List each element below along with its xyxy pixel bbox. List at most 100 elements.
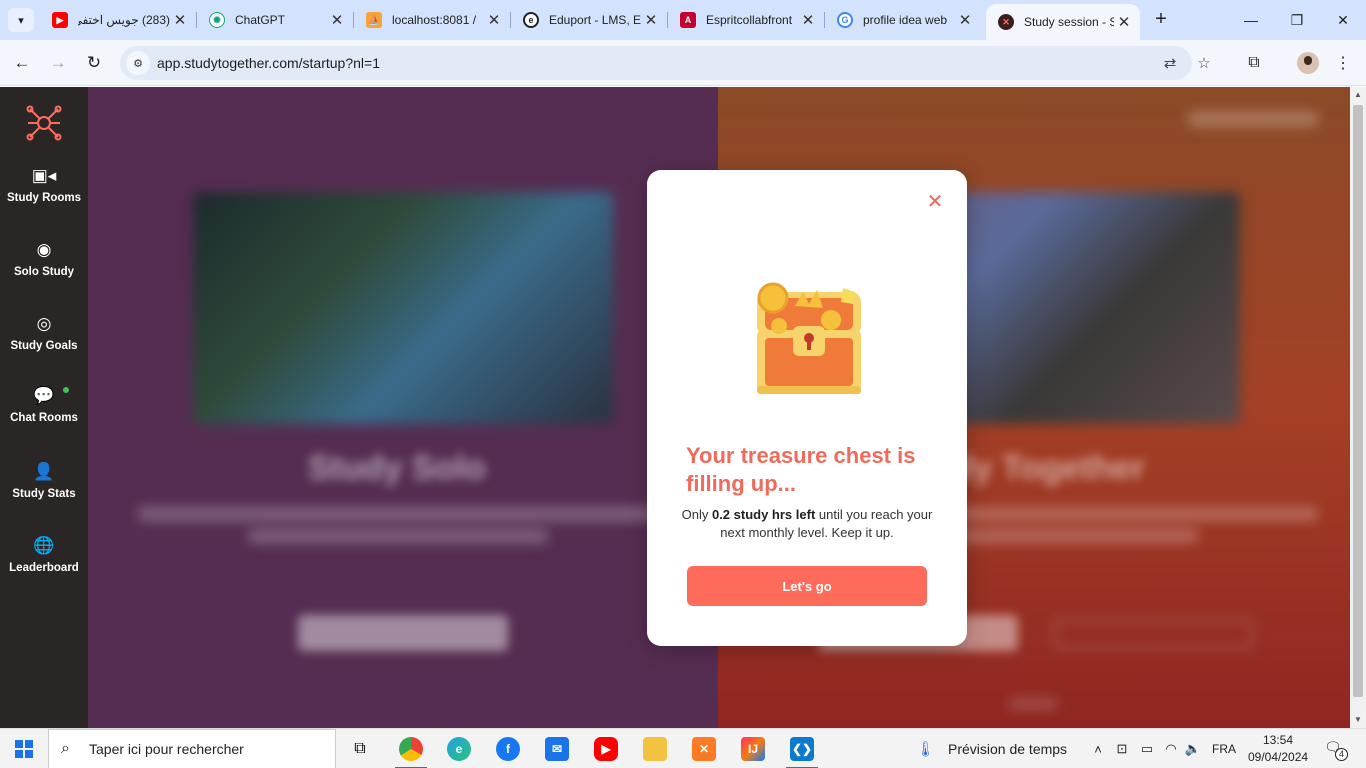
tab-localhost[interactable]: ⛵ localhost:8081 / ✕ [354,0,510,40]
sidebar-item-solo-study[interactable]: ◉ Solo Study [0,239,88,299]
minimize-button[interactable]: — [1228,0,1274,40]
tab-youtube[interactable]: ▶ (283) جويس اختفى ✕ [40,0,196,40]
close-modal-button[interactable]: ✕ [923,190,947,214]
startup-choice-backdrop: Study Solo Study Together ✕ Your treasur… [88,87,1350,728]
lets-go-button[interactable]: Let's go [687,566,927,606]
close-tab-icon[interactable]: ✕ [798,11,818,29]
clock-date: 09/04/2024 [1248,750,1309,764]
show-hidden-icons-button[interactable]: ˄ [1088,729,1108,768]
vscode-icon: ❮❯ [790,737,814,761]
wifi-icon[interactable]: ◠ [1160,729,1182,768]
sidebar-item-label: Leaderboard [9,562,79,574]
taskbar-chrome[interactable] [387,729,435,768]
tab-title: profile idea web [863,13,948,27]
study-solo-heading: Study Solo [308,449,486,487]
extensions-button[interactable]: ⧉ [1241,50,1267,76]
close-window-button[interactable]: ✕ [1320,0,1366,40]
sidebar-item-chat-rooms[interactable]: 💬 Chat Rooms [0,385,88,445]
phpmyadmin-icon: ⛵ [366,12,382,28]
page-scrollbar[interactable]: ▲ ▼ [1350,87,1366,728]
profile-avatar[interactable] [1297,52,1319,74]
tab-title: Espritcollabfront [706,13,793,27]
windows-start-icon[interactable] [15,740,33,758]
taskbar-youtube[interactable]: ▶ [582,729,630,768]
taskbar-edge[interactable]: e [435,729,483,768]
treasure-chest-icon [757,282,861,394]
xampp-icon: ✕ [692,737,716,761]
language-indicator[interactable]: FRA [1208,729,1240,768]
remaining-hours: 0.2 study hrs left [711,507,816,522]
sidebar-item-leaderboard[interactable]: 🌐 Leaderboard [0,535,88,595]
taskbar-intellij[interactable]: IJ [729,729,777,768]
tab-title: Study session - S [1024,15,1114,29]
close-tab-icon[interactable]: ✕ [484,11,504,29]
sidebar-item-study-stats[interactable]: 👤 Study Stats [0,461,88,521]
tab-title: (283) جويس اختفى [78,13,170,27]
menu-button[interactable]: ⋮ [1330,50,1356,76]
tab-eduport[interactable]: e Eduport - LMS, E ✕ [511,0,667,40]
search-placeholder: Taper ici pour rechercher [89,741,244,757]
carousel-dots[interactable] [1008,699,1058,709]
chevron-down-icon: ▾ [18,14,24,27]
taskbar-vscode[interactable]: ❮❯ [778,729,826,768]
close-icon: ✕ [926,191,944,213]
scroll-down-icon[interactable]: ▼ [1350,712,1366,728]
close-tab-icon[interactable]: ✕ [170,11,190,29]
study-solo-panel: Study Solo [88,87,718,728]
study-solo-description-line2 [248,529,548,543]
tab-google[interactable]: G profile idea web ✕ [825,0,981,40]
taskbar-file-explorer[interactable] [631,729,679,768]
scrollbar-thumb[interactable] [1353,105,1363,697]
sidebar-item-label: Study Goals [10,340,78,352]
chevron-up-icon: ˄ [1094,741,1102,757]
tab-title: Eduport - LMS, E [549,13,641,27]
new-tab-button[interactable]: + [1150,9,1172,31]
close-tab-icon[interactable]: ✕ [955,11,975,29]
forward-button[interactable]: → [45,50,71,76]
tab-espritcollab[interactable]: A Espritcollabfront ✕ [668,0,824,40]
close-tab-icon[interactable]: ✕ [641,11,661,29]
studytogether-logo[interactable] [26,105,62,141]
taskbar-mail[interactable]: ✉ [533,729,581,768]
close-tab-icon[interactable]: ✕ [1114,13,1134,31]
study-solo-button[interactable] [298,615,508,651]
top-right-link[interactable] [1188,111,1318,127]
study-together-secondary-button[interactable] [1053,619,1253,649]
sidebar-item-study-rooms[interactable]: ▣◂ Study Rooms [0,165,88,225]
tab-chatgpt[interactable]: ✺ ChatGPT ✕ [197,0,353,40]
taskbar-xampp[interactable]: ✕ [680,729,728,768]
reload-button[interactable]: ↻ [81,50,107,76]
volume-icon[interactable]: 🔈 [1182,729,1204,768]
battery-icon[interactable]: ▭ [1136,729,1158,768]
site-info-icon[interactable]: ⚙ [126,51,150,75]
sidebar-item-study-goals[interactable]: ◎ Study Goals [0,313,88,373]
bookmark-star-icon[interactable]: ☆ [1194,53,1214,73]
taskbar-search-box[interactable]: ⌕ Taper ici pour rechercher [48,729,336,768]
close-tab-icon[interactable]: ✕ [327,11,347,29]
edge-icon: e [447,737,471,761]
scroll-up-icon[interactable]: ▲ [1350,87,1366,103]
search-icon: ⌕ [61,740,70,757]
arrow-right-icon: → [49,53,67,72]
tab-study-session[interactable]: ✕ Study session - S ✕ [986,4,1140,40]
restore-button[interactable]: ❐ [1274,0,1320,40]
task-view-icon: ⧉ [354,740,366,757]
clock-time: 13:54 [1262,733,1294,747]
url-text[interactable]: app.studytogether.com/startup?nl=1 [157,55,380,71]
weather-widget[interactable]: 🌡 Prévision de temps [916,729,1067,768]
taskbar-facebook[interactable]: f [484,729,532,768]
angular-icon: A [680,12,696,28]
study-together-description-line2 [938,529,1198,543]
tab-search-button[interactable]: ▾ [8,8,34,32]
translate-icon[interactable]: ⇄ [1160,53,1180,73]
video-camera-icon: ▣◂ [31,166,57,185]
back-button[interactable]: ← [9,50,35,76]
notifications-button[interactable]: 🗨 4 [1324,739,1348,761]
address-bar[interactable]: ⚙ app.studytogether.com/startup?nl=1 ⇄ ☆ [120,46,1211,80]
thermometer-icon: 🌡 [916,741,936,758]
task-view-button[interactable]: ⧉ [336,729,384,768]
sidebar-item-label: Solo Study [13,266,75,278]
modal-message: Only 0.2 study hrs left until you reach … [677,506,937,542]
meet-now-icon[interactable]: ⊡ [1112,729,1132,768]
taskbar-clock[interactable]: 13:54 09/04/2024 [1248,732,1308,766]
